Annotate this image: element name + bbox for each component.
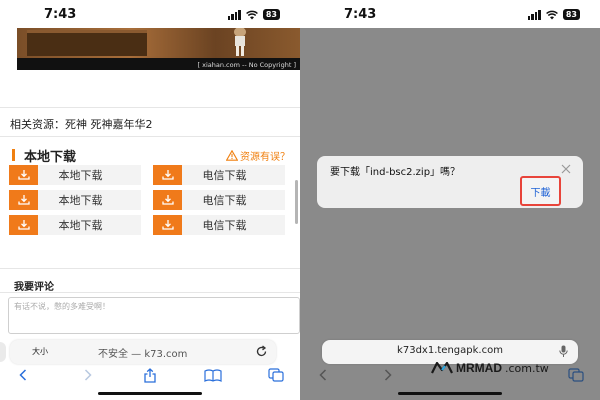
bookmarks-button[interactable] — [204, 367, 222, 383]
download-button-label: 电信下载 — [202, 219, 247, 232]
battery-icon: 83 — [262, 9, 280, 20]
telecom-download-button[interactable]: 电信下载 — [153, 215, 285, 235]
download-icon — [153, 215, 182, 235]
back-button[interactable] — [14, 367, 32, 383]
status-time: 7:43 — [44, 7, 77, 22]
related-resources-text: 相关资源：死神 死神嘉年华2 — [10, 118, 153, 131]
text-size-button[interactable]: 大小 — [32, 346, 48, 357]
download-prompt-dialog: 要下载「ind-bsc2.zip」嗎？ 下載 — [317, 156, 583, 208]
wifi-icon — [545, 10, 558, 20]
local-download-button[interactable]: 本地下载 — [9, 190, 141, 210]
browser-toolbar — [0, 365, 300, 385]
tabs-button[interactable] — [567, 367, 585, 383]
status-bar: 7:43 83 — [300, 0, 600, 28]
cellular-signal-icon — [527, 9, 541, 20]
download-icon — [9, 165, 38, 185]
home-indicator[interactable] — [98, 392, 202, 395]
local-download-button[interactable]: 本地下载 — [9, 165, 141, 185]
chevron-right-icon — [384, 369, 392, 381]
download-icon — [153, 190, 182, 210]
chevron-right-icon — [84, 369, 92, 381]
divider — [0, 268, 300, 269]
comment-placeholder: 有话不说，憋的多难受啊！ — [14, 302, 110, 311]
back-button[interactable] — [314, 367, 332, 383]
page-scrollbar[interactable] — [295, 180, 298, 224]
download-button-label: 本地下载 — [58, 219, 103, 232]
status-time: 7:43 — [344, 7, 377, 22]
download-button-label: 电信下载 — [202, 194, 247, 207]
chevron-left-icon — [319, 369, 327, 381]
local-download-button[interactable]: 本地下载 — [9, 215, 141, 235]
site-watermark: MRMAD .com.tw — [431, 361, 549, 375]
divider — [0, 292, 300, 293]
section-accent-bar — [12, 149, 15, 161]
forward-button[interactable] — [379, 367, 397, 383]
status-bar: 7:43 83 — [0, 0, 300, 28]
download-icon — [153, 165, 182, 185]
download-button-label: 本地下载 — [58, 194, 103, 207]
book-icon — [204, 369, 222, 382]
download-row: 本地下载 电信下载 — [9, 190, 285, 210]
wifi-icon — [245, 10, 258, 20]
microphone-icon[interactable] — [559, 345, 568, 358]
chevron-left-icon — [19, 369, 27, 381]
reload-icon[interactable] — [255, 345, 268, 358]
home-indicator[interactable] — [398, 392, 502, 395]
address-bar[interactable]: 大小 不安全 — k73.com — [10, 340, 276, 364]
watermark-domain: .com.tw — [505, 361, 549, 375]
mrmad-logo-icon — [431, 362, 453, 374]
tabs-icon — [568, 368, 584, 382]
cellular-signal-icon — [227, 9, 241, 20]
status-icons: 83 — [227, 9, 280, 20]
report-error-link[interactable]: 资源有误？ — [226, 148, 290, 163]
right-phone-screen: 7:43 83 要下载「ind-bsc2.zip」嗎？ 下載 k73dx1.te… — [300, 0, 600, 400]
confirm-download-button[interactable]: 下載 — [531, 184, 551, 199]
url-text: k73dx1.tengapk.com — [397, 345, 503, 356]
download-row: 本地下载 电信下载 — [9, 165, 285, 185]
download-prompt-message: 要下载「ind-bsc2.zip」嗎？ — [330, 167, 461, 178]
telecom-download-button[interactable]: 电信下载 — [153, 165, 285, 185]
download-row: 本地下载 电信下载 — [9, 215, 285, 235]
share-icon — [144, 367, 156, 383]
download-button-highlight: 下載 — [520, 176, 561, 206]
report-error-label: 资源有误？ — [240, 152, 290, 163]
comment-section-title: 我要评论 — [14, 282, 54, 293]
warning-icon — [226, 150, 238, 161]
previous-tab-peek[interactable] — [0, 342, 6, 362]
battery-icon: 83 — [562, 9, 580, 20]
video-caption: [ xiahan.com -- No Copyright ] — [197, 61, 297, 69]
download-button-label: 电信下载 — [202, 169, 247, 182]
watermark-brand: MRMAD — [456, 361, 502, 375]
url-text: 不安全 — k73.com — [98, 349, 188, 360]
share-button[interactable] — [141, 367, 159, 383]
download-section-title: 本地下载 — [24, 150, 77, 165]
divider — [0, 107, 300, 108]
telecom-download-button[interactable]: 电信下载 — [153, 190, 285, 210]
anime-figure-image — [234, 28, 246, 56]
video-thumbnail[interactable]: [ xiahan.com -- No Copyright ] — [17, 28, 300, 70]
download-button-label: 本地下载 — [58, 169, 103, 182]
close-icon[interactable] — [561, 164, 571, 174]
download-icon — [9, 215, 38, 235]
comment-textarea[interactable]: 有话不说，憋的多难受啊！ — [8, 297, 300, 334]
download-icon — [9, 190, 38, 210]
tabs-button[interactable] — [267, 367, 285, 383]
status-icons: 83 — [527, 9, 580, 20]
forward-button[interactable] — [79, 367, 97, 383]
tabs-icon — [268, 368, 284, 382]
divider — [0, 136, 300, 137]
left-phone-screen: 7:43 83 [ xiahan.com -- No Copyright ] 相… — [0, 0, 300, 400]
download-button-grid: 本地下载 电信下载 本地下载 电信下载 本地下载 电信下载 — [9, 165, 285, 240]
